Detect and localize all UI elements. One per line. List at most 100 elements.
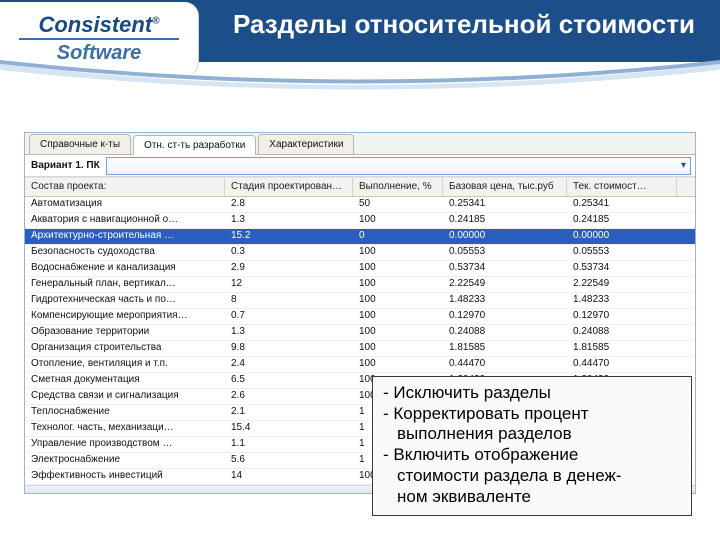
table-row[interactable]: Отопление, вентиляция и т.п.2.41000.4447… (25, 357, 695, 373)
row-name: Отопление, вентиляция и т.п. (25, 357, 225, 372)
row-name: Водоснабжение и канализация (25, 261, 225, 276)
row-value: 100 (353, 213, 443, 228)
row-value: 0.24088 (567, 325, 677, 340)
logo-line1: Consistent® (38, 14, 159, 36)
col-project-composition[interactable]: Состав проекта: (25, 178, 225, 196)
row-value: 0.3 (225, 245, 353, 260)
row-value: 50 (353, 197, 443, 212)
table-row[interactable]: Компенсирующие мероприятия…0.71000.12970… (25, 309, 695, 325)
logo-text-1: Consistent (38, 12, 152, 37)
row-value: 0.53734 (567, 261, 677, 276)
row-value: 15.4 (225, 421, 353, 436)
row-value: 0 (353, 229, 443, 244)
row-value: 0.12970 (443, 309, 567, 324)
row-value: 0.53734 (443, 261, 567, 276)
row-value: 2.22549 (443, 277, 567, 292)
row-value: 1.3 (225, 213, 353, 228)
row-name: Средства связи и сигнализация (25, 389, 225, 404)
note-line-exclude: - Исключить разделы (383, 383, 681, 404)
table-row[interactable]: Генеральный план, вертикал…121002.225492… (25, 277, 695, 293)
row-name: Электроснабжение (25, 453, 225, 468)
row-value: 100 (353, 293, 443, 308)
variant-dropdown[interactable]: ▾ (106, 157, 691, 175)
chevron-down-icon: ▾ (681, 160, 686, 171)
row-value: 0.24185 (443, 213, 567, 228)
row-name: Компенсирующие мероприятия… (25, 309, 225, 324)
row-value: 1.48233 (443, 293, 567, 308)
row-name: Управление производством … (25, 437, 225, 452)
row-name: Сметная документация (25, 373, 225, 388)
row-value: 15.2 (225, 229, 353, 244)
row-value: 0.00000 (443, 229, 567, 244)
row-value: 2.9 (225, 261, 353, 276)
col-base-price[interactable]: Базовая цена, тыс.руб (443, 178, 567, 196)
col-completion[interactable]: Выполнение, % (353, 178, 443, 196)
row-value: 0.05553 (567, 245, 677, 260)
row-value: 0.25341 (567, 197, 677, 212)
slide-title: Разделы относительной стоимости (218, 10, 710, 40)
row-name: Эффективность инвестиций (25, 469, 225, 484)
row-value: 0.12970 (567, 309, 677, 324)
row-value: 100 (353, 341, 443, 356)
note-line-show-cost-2: стоимости раздела в денеж- (383, 466, 681, 487)
table-row[interactable]: Акватория с навигационной о…1.31000.2418… (25, 213, 695, 229)
row-value: 100 (353, 325, 443, 340)
callout-note: - Исключить разделы - Корректировать про… (372, 376, 692, 516)
tab-reference-coeffs[interactable]: Справочные к-ты (29, 134, 131, 154)
variant-label: Вариант 1. ПК (25, 160, 106, 171)
table-row[interactable]: Архитектурно-строительная …15.200.000000… (25, 229, 695, 245)
logo-registered-mark: ® (152, 16, 159, 27)
table-header: Состав проекта: Стадия проектирования: П… (25, 177, 695, 197)
row-value: 9.8 (225, 341, 353, 356)
slide-header: Consistent® Software Разделы относительн… (0, 0, 720, 96)
row-value: 0.24185 (567, 213, 677, 228)
header-swoosh (0, 58, 720, 94)
row-value: 14 (225, 469, 353, 484)
col-design-stage[interactable]: Стадия проектирования: П, % (225, 178, 353, 196)
row-value: 100 (353, 309, 443, 324)
row-value: 100 (353, 245, 443, 260)
row-value: 2.6 (225, 389, 353, 404)
note-line-correct-pct: - Корректировать процент (383, 404, 681, 425)
variant-row: Вариант 1. ПК ▾ (25, 155, 695, 177)
row-name: Безопасность судоходства (25, 245, 225, 260)
row-value: 100 (353, 357, 443, 372)
row-value: 2.22549 (567, 277, 677, 292)
row-value: 1.1 (225, 437, 353, 452)
table-row[interactable]: Безопасность судоходства0.31000.055530.0… (25, 245, 695, 261)
row-value: 0.25341 (443, 197, 567, 212)
table-row[interactable]: Организация строительства9.81001.815851.… (25, 341, 695, 357)
tab-characteristics[interactable]: Характеристики (258, 134, 354, 154)
note-line-show-cost-3: ном эквиваленте (383, 487, 681, 508)
row-value: 1.48233 (567, 293, 677, 308)
row-value: 2.8 (225, 197, 353, 212)
row-name: Архитектурно-строительная … (25, 229, 225, 244)
row-value: 0.7 (225, 309, 353, 324)
row-name: Организация строительства (25, 341, 225, 356)
row-value: 1.81585 (443, 341, 567, 356)
table-row[interactable]: Образование территории1.31000.240880.240… (25, 325, 695, 341)
row-value: 0.00000 (567, 229, 677, 244)
row-name: Автоматизация (25, 197, 225, 212)
table-row[interactable]: Гидротехническая часть и по…81001.482331… (25, 293, 695, 309)
row-value: 0.44470 (443, 357, 567, 372)
row-value: 100 (353, 261, 443, 276)
tab-relative-cost[interactable]: Отн. ст-ть разработки (133, 135, 256, 155)
row-name: Гидротехническая часть и по… (25, 293, 225, 308)
tab-bar: Справочные к-ты Отн. ст-ть разработки Ха… (25, 133, 695, 155)
row-value: 12 (225, 277, 353, 292)
note-line-correct-pct-2: выполнения разделов (383, 424, 681, 445)
row-value: 5.6 (225, 453, 353, 468)
row-value: 1.81585 (567, 341, 677, 356)
table-row[interactable]: Автоматизация2.8500.253410.25341 (25, 197, 695, 213)
row-value: 6.5 (225, 373, 353, 388)
row-value: 2.4 (225, 357, 353, 372)
row-name: Теплоснабжение (25, 405, 225, 420)
row-value: 0.05553 (443, 245, 567, 260)
row-name: Технолог. часть, механизаци… (25, 421, 225, 436)
row-name: Генеральный план, вертикал… (25, 277, 225, 292)
row-name: Образование территории (25, 325, 225, 340)
col-current-cost[interactable]: Тек. стоимост… (567, 178, 677, 196)
row-value: 0.24088 (443, 325, 567, 340)
table-row[interactable]: Водоснабжение и канализация2.91000.53734… (25, 261, 695, 277)
